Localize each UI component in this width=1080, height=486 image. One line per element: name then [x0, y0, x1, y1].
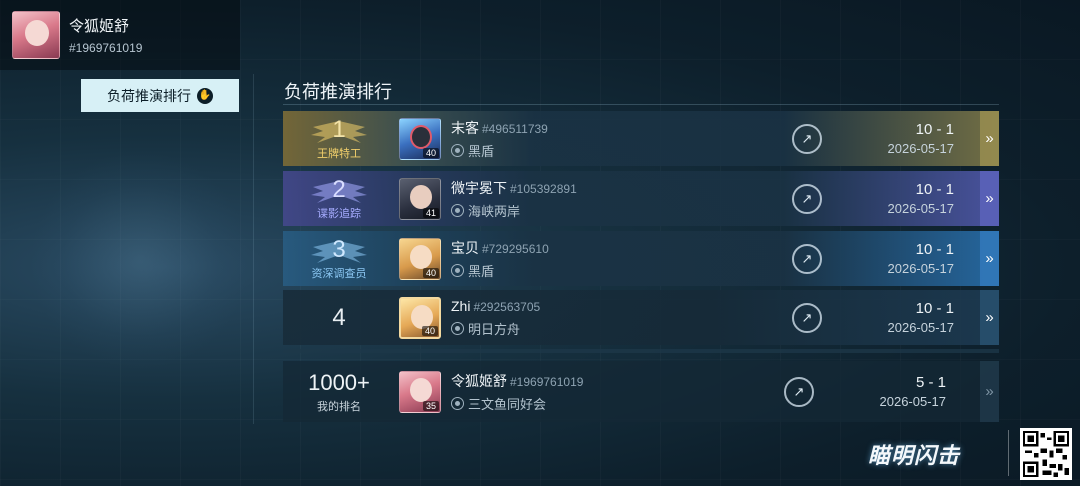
- rank-number: 3: [332, 235, 346, 263]
- score: 5 - 1: [915, 374, 946, 391]
- guild-emblem-icon: [451, 396, 464, 410]
- guild-name: 黑盾: [468, 263, 495, 279]
- guild-emblem-icon: [451, 263, 464, 277]
- player-name: Zhi: [451, 297, 471, 314]
- rank-number: 1: [332, 115, 346, 143]
- trend-up-icon: ↗: [792, 183, 822, 214]
- player-id: #292563705: [473, 299, 541, 314]
- level-badge: 35: [422, 400, 439, 411]
- double-chevron-right-icon[interactable]: »: [980, 111, 999, 166]
- avatar[interactable]: 40: [399, 296, 441, 339]
- hand-stop-icon: ✋: [197, 87, 213, 104]
- double-chevron-right-icon[interactable]: »: [980, 171, 999, 226]
- my-rank-row[interactable]: 1000+ 我的排名 35 令狐姬舒 #1969761019 三文鱼同好会 ↗ 5…: [283, 361, 999, 422]
- trend-up-icon: ↗: [784, 376, 814, 407]
- trend-up-icon: ↗: [792, 123, 822, 154]
- leaderboard-row-2[interactable]: 2 谍影追踪 41 微宇冕下 #105392891 海峡两岸 ↗ 10 - 1 2…: [283, 171, 999, 226]
- avatar[interactable]: 35: [399, 370, 441, 413]
- trend-up-icon: ↗: [792, 243, 822, 274]
- avatar[interactable]: 40: [399, 237, 441, 280]
- score: 10 - 1: [915, 300, 954, 317]
- player-name: 宝贝: [451, 239, 479, 256]
- guild-emblem-icon: [451, 321, 464, 335]
- guild-name: 明日方舟: [468, 321, 521, 337]
- divider: [253, 74, 254, 424]
- rank-number: 4: [332, 303, 346, 331]
- double-chevron-right-icon[interactable]: »: [980, 361, 999, 422]
- qr-code-icon: [1020, 428, 1072, 480]
- leaderboard-row-1[interactable]: 1 王牌特工 40 末客 #496511739 黑盾 ↗ 10 - 1 2026-…: [283, 111, 999, 166]
- rank-badge: 3 资深调查员: [283, 231, 395, 286]
- player-name: 末客: [451, 119, 479, 136]
- trend-up-icon: ↗: [792, 302, 822, 333]
- avatar[interactable]: 40: [399, 117, 441, 160]
- score: 10 - 1: [915, 241, 954, 258]
- player-id: #1969761019: [510, 374, 584, 389]
- score: 10 - 1: [915, 181, 954, 198]
- player-name: 微宇冕下: [451, 179, 507, 196]
- level-badge: 40: [422, 147, 439, 158]
- profile-id: #1969761019: [69, 41, 143, 55]
- divider: [283, 104, 999, 105]
- score: 10 - 1: [915, 121, 954, 138]
- list-scroll-edge: [283, 349, 999, 353]
- background-emblem: [30, 150, 250, 370]
- date: 2026-05-17: [887, 141, 955, 156]
- rank-badge: 1 王牌特工: [283, 111, 395, 166]
- guild-emblem-icon: [451, 143, 464, 157]
- guild-name: 三文鱼同好会: [468, 396, 547, 412]
- rank-number: 2: [332, 175, 346, 203]
- leaderboard-row-4[interactable]: 4 40 Zhi #292563705 明日方舟 ↗ 10 - 1 2026-05…: [283, 290, 999, 345]
- rank-title: 谍影追踪: [317, 207, 361, 220]
- tab-load-ranking[interactable]: 负荷推演排行 ✋: [81, 79, 239, 112]
- avatar[interactable]: [12, 11, 60, 59]
- rank-number: 1000+: [308, 369, 370, 395]
- rank-badge: 4: [283, 290, 395, 345]
- divider: [1008, 430, 1009, 476]
- profile-header[interactable]: 令狐姬舒 #1969761019: [0, 0, 240, 70]
- game-logo: 瞄明闪击: [868, 443, 961, 468]
- rank-badge: 1000+ 我的排名: [283, 361, 395, 422]
- level-badge: 41: [422, 207, 439, 218]
- leaderboard-row-3[interactable]: 3 资深调查员 40 宝贝 #729295610 黑盾 ↗ 10 - 1 2026…: [283, 231, 999, 286]
- rank-badge: 2 谍影追踪: [283, 171, 395, 226]
- page-title: 负荷推演排行: [284, 82, 392, 102]
- profile-name: 令狐姬舒: [69, 18, 130, 35]
- double-chevron-right-icon[interactable]: »: [980, 290, 999, 345]
- rank-title: 王牌特工: [317, 147, 361, 160]
- player-id: #496511739: [482, 121, 548, 136]
- date: 2026-05-17: [879, 394, 947, 409]
- date: 2026-05-17: [887, 320, 955, 335]
- rank-title: 资深调查员: [311, 267, 367, 280]
- guild-name: 黑盾: [468, 143, 495, 159]
- guild-name: 海峡两岸: [468, 203, 521, 219]
- level-badge: 40: [422, 267, 439, 278]
- date: 2026-05-17: [887, 261, 955, 276]
- guild-emblem-icon: [451, 203, 464, 217]
- tab-label: 负荷推演排行: [107, 87, 191, 104]
- double-chevron-right-icon[interactable]: »: [980, 231, 999, 286]
- player-id: #729295610: [482, 241, 549, 256]
- player-name: 令狐姬舒: [451, 372, 507, 389]
- level-badge: 40: [421, 325, 438, 336]
- avatar[interactable]: 41: [399, 177, 441, 220]
- date: 2026-05-17: [887, 201, 955, 216]
- rank-title: 我的排名: [317, 400, 361, 413]
- player-id: #105392891: [510, 181, 577, 196]
